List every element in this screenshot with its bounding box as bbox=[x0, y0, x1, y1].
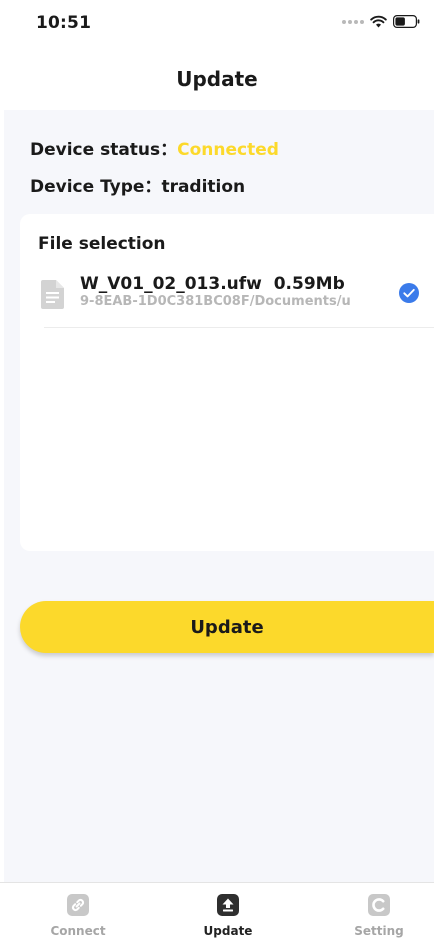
main-content: Device status：Connected Device Type：trad… bbox=[4, 110, 434, 882]
battery-icon bbox=[393, 15, 420, 28]
device-status-value: Connected bbox=[177, 140, 279, 160]
list-divider bbox=[44, 327, 434, 328]
tab-update-label: Update bbox=[203, 924, 253, 938]
tab-connect-label: Connect bbox=[50, 924, 106, 938]
page-title: Update bbox=[176, 67, 258, 91]
tab-setting-label: Setting bbox=[354, 924, 404, 938]
status-icons bbox=[342, 15, 420, 28]
device-status-label: Device status： bbox=[30, 140, 178, 160]
status-time: 10:51 bbox=[36, 13, 92, 33]
device-type-row: Device Type：tradition bbox=[30, 172, 245, 197]
file-selection-title: File selection bbox=[38, 234, 166, 254]
file-name-line: W_V01_02_013.ufw 0.59Mb bbox=[80, 274, 380, 294]
checkmark-selected-icon[interactable] bbox=[399, 283, 419, 303]
document-icon bbox=[41, 280, 64, 309]
status-bar: 10:51 bbox=[0, 0, 434, 48]
file-selection-card: File selection W_V01_02_013.ufw 0.59Mb 9… bbox=[20, 214, 434, 551]
file-name: W_V01_02_013.ufw bbox=[80, 274, 262, 294]
tab-connect[interactable]: Connect bbox=[33, 893, 123, 938]
file-size: 0.59Mb bbox=[273, 274, 345, 294]
device-type-value: tradition bbox=[161, 177, 246, 197]
tab-bar: Connect Update Setting bbox=[0, 882, 434, 946]
wifi-icon bbox=[370, 15, 387, 28]
device-status-row: Device status：Connected bbox=[30, 135, 279, 160]
device-type-label: Device Type： bbox=[30, 177, 162, 197]
settings-icon bbox=[368, 894, 390, 916]
nav-bar: Update bbox=[0, 48, 434, 110]
tab-setting[interactable]: Setting bbox=[334, 893, 424, 938]
signal-dots-icon bbox=[342, 19, 364, 24]
file-list-item[interactable]: W_V01_02_013.ufw 0.59Mb 9-8EAB-1D0C381BC… bbox=[20, 270, 434, 328]
link-icon bbox=[67, 894, 89, 916]
upload-icon bbox=[217, 894, 239, 916]
tab-update[interactable]: Update bbox=[183, 893, 273, 938]
file-path: 9-8EAB-1D0C381BC08F/Documents/u bbox=[80, 294, 351, 309]
update-button[interactable]: Update bbox=[20, 601, 434, 653]
